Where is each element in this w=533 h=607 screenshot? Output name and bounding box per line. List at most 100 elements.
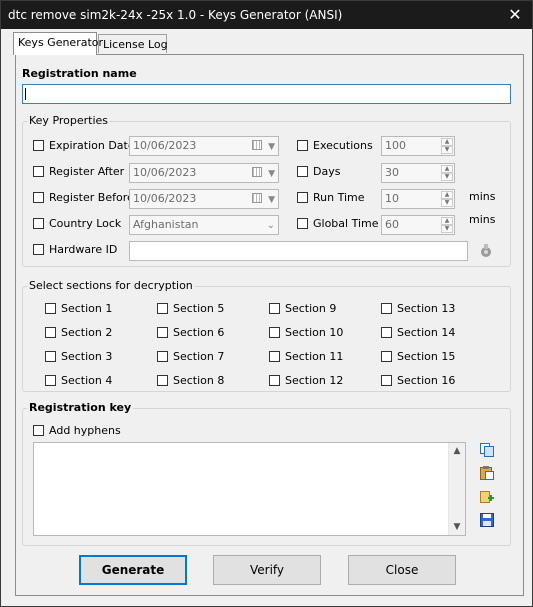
- registration-key-textarea[interactable]: ▲ ▼: [33, 442, 466, 536]
- global-time-label: Global Time: [313, 217, 379, 230]
- calendar-icon: [252, 140, 262, 150]
- section-checkbox-9[interactable]: [269, 303, 280, 314]
- add-key-icon[interactable]: [479, 489, 495, 505]
- section-label-6: Section 6: [173, 326, 225, 339]
- section-checkbox-15[interactable]: [381, 351, 392, 362]
- expiration-date-picker[interactable]: 10/06/2023 ▼: [129, 136, 279, 156]
- country-lock-value: Afghanistan: [133, 218, 199, 231]
- executions-label: Executions: [313, 139, 373, 152]
- section-checkbox-13[interactable]: [381, 303, 392, 314]
- section-label-2: Section 2: [61, 326, 113, 339]
- section-label-10: Section 10: [285, 326, 344, 339]
- save-icon[interactable]: [479, 512, 495, 528]
- spin-buttons[interactable]: ▲ ▼: [441, 138, 453, 154]
- register-before-value: 10/06/2023: [133, 192, 197, 205]
- country-lock-select[interactable]: Afghanistan ⌄: [129, 215, 279, 235]
- days-stepper[interactable]: 30 ▲ ▼: [381, 163, 455, 183]
- calendar-icon: [252, 167, 262, 177]
- section-checkbox-6[interactable]: [157, 327, 168, 338]
- section-label-15: Section 15: [397, 350, 456, 363]
- title-bar: dtc remove sim2k-24x -25x 1.0 - Keys Gen…: [1, 1, 532, 29]
- section-checkbox-3[interactable]: [45, 351, 56, 362]
- hardware-id-icon[interactable]: [478, 243, 494, 259]
- run-time-stepper[interactable]: 10 ▲ ▼: [381, 189, 455, 209]
- chevron-down-icon: ▼: [268, 169, 275, 179]
- section-checkbox-7[interactable]: [157, 351, 168, 362]
- run-time-unit: mins: [469, 190, 496, 203]
- copy-icon[interactable]: [479, 442, 495, 458]
- hardware-id-checkbox[interactable]: [33, 244, 44, 255]
- section-checkbox-16[interactable]: [381, 375, 392, 386]
- add-hyphens-checkbox[interactable]: [33, 425, 44, 436]
- register-before-picker[interactable]: 10/06/2023 ▼: [129, 189, 279, 209]
- country-lock-checkbox[interactable]: [33, 218, 44, 229]
- section-checkbox-4[interactable]: [45, 375, 56, 386]
- section-checkbox-5[interactable]: [157, 303, 168, 314]
- spin-buttons[interactable]: ▲ ▼: [441, 165, 453, 181]
- section-checkbox-2[interactable]: [45, 327, 56, 338]
- scroll-down-icon[interactable]: ▼: [449, 519, 465, 535]
- sections-title: Select sections for decryption: [27, 279, 195, 292]
- close-button[interactable]: Close: [348, 555, 456, 585]
- section-label-1: Section 1: [61, 302, 113, 315]
- section-label-16: Section 16: [397, 374, 456, 387]
- vertical-scrollbar[interactable]: ▲ ▼: [448, 443, 465, 535]
- section-label-12: Section 12: [285, 374, 344, 387]
- days-checkbox[interactable]: [297, 166, 308, 177]
- spin-buttons[interactable]: ▲ ▼: [441, 191, 453, 207]
- hardware-id-input[interactable]: [129, 241, 468, 261]
- keys-generator-panel: Registration name Key Properties Expirat…: [15, 54, 524, 596]
- registration-name-label: Registration name: [22, 67, 137, 80]
- global-time-value: 60: [385, 218, 399, 231]
- section-checkbox-8[interactable]: [157, 375, 168, 386]
- section-label-5: Section 5: [173, 302, 225, 315]
- section-checkbox-14[interactable]: [381, 327, 392, 338]
- registration-key-group: Registration key Add hyphens ▲ ▼: [22, 401, 511, 546]
- spin-buttons[interactable]: ▲ ▼: [441, 217, 453, 233]
- key-properties-title: Key Properties: [27, 114, 111, 127]
- keys-generator-window: dtc remove sim2k-24x -25x 1.0 - Keys Gen…: [0, 0, 533, 607]
- section-label-9: Section 9: [285, 302, 337, 315]
- section-label-11: Section 11: [285, 350, 344, 363]
- register-before-label: Register Before: [49, 191, 134, 204]
- expiration-date-checkbox[interactable]: [33, 140, 44, 151]
- verify-button[interactable]: Verify: [213, 555, 321, 585]
- section-checkbox-12[interactable]: [269, 375, 280, 386]
- registration-key-title: Registration key: [27, 401, 134, 414]
- executions-value: 100: [385, 139, 406, 152]
- hardware-id-label: Hardware ID: [49, 243, 118, 256]
- register-before-checkbox[interactable]: [33, 192, 44, 203]
- days-label: Days: [313, 165, 341, 178]
- paste-icon[interactable]: [479, 465, 495, 481]
- scroll-up-icon[interactable]: ▲: [449, 443, 465, 459]
- expiration-date-value: 10/06/2023: [133, 139, 197, 152]
- key-properties-group: Key Properties Expiration Date 10/06/202…: [22, 114, 511, 267]
- register-after-label: Register After: [49, 165, 125, 178]
- executions-checkbox[interactable]: [297, 140, 308, 151]
- section-label-3: Section 3: [61, 350, 113, 363]
- registration-name-input[interactable]: [22, 84, 511, 104]
- register-after-checkbox[interactable]: [33, 166, 44, 177]
- generate-button[interactable]: Generate: [79, 555, 187, 585]
- register-after-value: 10/06/2023: [133, 166, 197, 179]
- add-hyphens-label: Add hyphens: [49, 424, 121, 437]
- global-time-checkbox[interactable]: [297, 218, 308, 229]
- section-label-14: Section 14: [397, 326, 456, 339]
- executions-stepper[interactable]: 100 ▲ ▼: [381, 136, 455, 156]
- section-checkbox-10[interactable]: [269, 327, 280, 338]
- tab-license-log[interactable]: License Log: [98, 34, 168, 53]
- calendar-icon: [252, 193, 262, 203]
- window-title: dtc remove sim2k-24x -25x 1.0 - Keys Gen…: [8, 8, 343, 22]
- sections-group: Select sections for decryption Section 1…: [22, 279, 511, 392]
- tab-keys-generator[interactable]: Keys Generator: [13, 32, 103, 55]
- section-checkbox-1[interactable]: [45, 303, 56, 314]
- run-time-checkbox[interactable]: [297, 192, 308, 203]
- expiration-date-label: Expiration Date: [49, 139, 135, 152]
- close-window-button[interactable]: ✕: [504, 5, 526, 25]
- section-checkbox-11[interactable]: [269, 351, 280, 362]
- days-value: 30: [385, 166, 399, 179]
- register-after-picker[interactable]: 10/06/2023 ▼: [129, 163, 279, 183]
- chevron-down-icon: ⌄: [266, 220, 275, 231]
- section-label-7: Section 7: [173, 350, 225, 363]
- global-time-stepper[interactable]: 60 ▲ ▼: [381, 215, 455, 235]
